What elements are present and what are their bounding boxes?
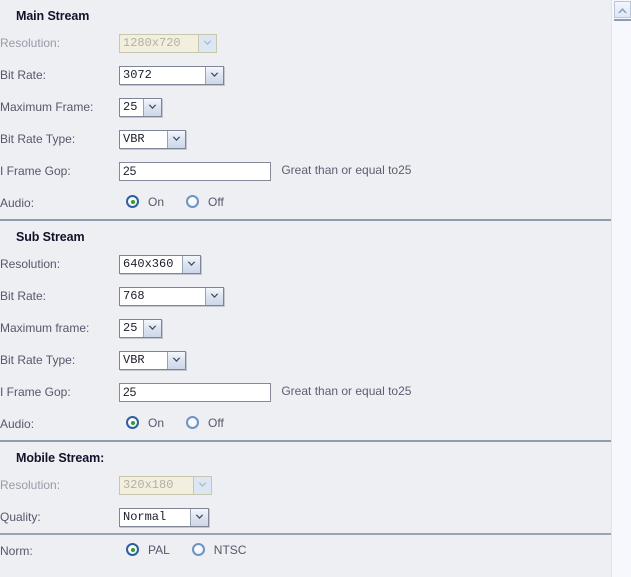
mobile-stream-resolution-select[interactable]: 320x180 (119, 475, 212, 495)
norm-pal-radio[interactable] (126, 543, 139, 557)
norm-section: Norm: PAL NTSC (0, 535, 611, 567)
sub-stream-bitrate-label: Bit Rate: (0, 289, 47, 303)
main-stream-bitrate-select[interactable]: 3072 (119, 65, 224, 85)
mobile-stream-resolution-label: Resolution: (0, 478, 61, 492)
sub-stream-bitratetype-row: Bit Rate Type: VBR (0, 344, 411, 376)
main-stream-audio-row: Audio: On Off (0, 187, 411, 219)
mobile-stream-section: Mobile Stream: Resolution: 320x180 Quali… (0, 442, 611, 533)
chevron-down-icon (193, 476, 211, 494)
mobile-stream-quality-value: Normal (123, 510, 167, 524)
sub-stream-iframegop-label: I Frame Gop: (0, 385, 71, 399)
main-stream-audio-on-label: On (148, 194, 165, 209)
main-stream-audio-off-label: Off (208, 194, 224, 209)
chevron-up-icon (617, 3, 628, 17)
mobile-stream-quality-label: Quality: (0, 510, 41, 524)
main-stream-maxframe-value: 25 (123, 100, 138, 114)
sub-stream-audio-label: Audio: (0, 417, 35, 431)
chevron-down-icon (143, 98, 161, 116)
sub-stream-title: Sub Stream (16, 230, 85, 244)
sub-stream-bitrate-row: Bit Rate: 768 (0, 280, 411, 312)
mobile-stream-quality-row: Quality: Normal (0, 501, 212, 533)
main-stream-form: Resolution: 1280x720 Bit Rate: 3072 Maxi… (0, 27, 411, 219)
main-stream-maxframe-label: Maximum Frame: (0, 100, 94, 114)
main-stream-resolution-value: 1280x720 (123, 36, 181, 50)
sub-stream-resolution-select[interactable]: 640x360 (119, 254, 201, 274)
mobile-stream-form: Resolution: 320x180 Quality: Normal (0, 469, 212, 533)
main-stream-iframegop-row: I Frame Gop: Great than or equal to25 (0, 155, 411, 187)
sub-stream-resolution-label: Resolution: (0, 257, 61, 271)
sub-stream-audio-on-label: On (148, 415, 165, 430)
sub-stream-iframegop-row: I Frame Gop: Great than or equal to25 (0, 376, 411, 408)
main-stream-audio-on-radio[interactable] (126, 195, 139, 209)
main-stream-bitratetype-value: VBR (123, 132, 145, 146)
main-stream-audio-off-radio[interactable] (186, 195, 200, 209)
sub-stream-bitratetype-value: VBR (123, 353, 145, 367)
chevron-down-icon (167, 351, 185, 369)
sub-stream-audio-off-radio[interactable] (186, 416, 200, 430)
mobile-stream-title: Mobile Stream: (16, 451, 105, 465)
sub-stream-section: Sub Stream Resolution: 640x360 Bit Rate: (0, 221, 611, 440)
sub-stream-audio-row: Audio: On Off (0, 408, 411, 440)
main-stream-iframegop-input[interactable] (119, 161, 271, 181)
sub-stream-bitrate-value: 768 (123, 289, 145, 303)
chevron-down-icon (205, 66, 223, 84)
sub-stream-resolution-row: Resolution: 640x360 (0, 248, 411, 280)
main-stream-title: Main Stream (16, 9, 90, 23)
main-stream-bitrate-label: Bit Rate: (0, 68, 47, 82)
main-stream-iframegop-label: I Frame Gop: (0, 164, 71, 178)
mobile-stream-resolution-value: 320x180 (123, 478, 174, 492)
main-stream-bitratetype-row: Bit Rate Type: VBR (0, 123, 411, 155)
main-stream-bitrate-row: Bit Rate: 3072 (0, 59, 411, 91)
chevron-down-icon (205, 287, 223, 305)
main-stream-resolution-row: Resolution: 1280x720 (0, 27, 411, 59)
sub-stream-audio-on-radio[interactable] (126, 416, 139, 430)
norm-ntsc-radio[interactable] (191, 543, 205, 557)
sub-stream-bitrate-select[interactable]: 768 (119, 286, 224, 306)
main-stream-resolution-label: Resolution: (0, 36, 61, 50)
chevron-down-icon (190, 508, 208, 526)
sub-stream-audio-radio-group: On Off (119, 416, 224, 430)
main-stream-bitratetype-label: Bit Rate Type: (0, 132, 76, 146)
main-stream-section: Main Stream Resolution: 1280x720 Bit Rat… (0, 0, 611, 219)
sub-stream-resolution-value: 640x360 (123, 257, 174, 271)
mobile-stream-resolution-row: Resolution: 320x180 (0, 469, 212, 501)
scrollbar-thumb[interactable] (614, 19, 631, 21)
norm-label: Norm: (0, 544, 33, 558)
sub-stream-maxframe-label: Maximum frame: (0, 321, 90, 335)
sub-stream-maxframe-row: Maximum frame: 25 (0, 312, 411, 344)
stream-settings-page: Main Stream Resolution: 1280x720 Bit Rat… (0, 0, 611, 577)
scroll-up-button[interactable] (614, 1, 631, 18)
main-stream-audio-radio-group: On Off (119, 195, 224, 209)
vertical-scrollbar[interactable] (611, 0, 631, 577)
sub-stream-audio-off-label: Off (208, 415, 224, 430)
sub-stream-maxframe-select[interactable]: 25 (119, 318, 162, 338)
sub-stream-bitratetype-select[interactable]: VBR (119, 350, 186, 370)
sub-stream-maxframe-value: 25 (123, 321, 138, 335)
chevron-down-icon (143, 319, 161, 337)
mobile-stream-quality-select[interactable]: Normal (119, 507, 209, 527)
main-stream-bitratetype-select[interactable]: VBR (119, 129, 186, 149)
chevron-down-icon (182, 255, 200, 273)
sub-stream-bitratetype-label: Bit Rate Type: (0, 353, 76, 367)
norm-radio-group: PAL NTSC (119, 543, 246, 557)
sub-stream-form: Resolution: 640x360 Bit Rate: 768 Maximu… (0, 248, 411, 440)
sub-stream-iframegop-hint: Great than or equal to25 (281, 384, 412, 399)
main-stream-bitrate-value: 3072 (123, 68, 152, 82)
main-stream-maxframe-select[interactable]: 25 (119, 97, 162, 117)
norm-ntsc-label: NTSC (213, 542, 247, 557)
main-stream-resolution-select[interactable]: 1280x720 (119, 33, 217, 53)
chevron-down-icon (167, 130, 185, 148)
main-stream-maxframe-row: Maximum Frame: 25 (0, 91, 411, 123)
main-stream-iframegop-hint: Great than or equal to25 (281, 163, 412, 178)
chevron-down-icon (198, 34, 216, 52)
sub-stream-iframegop-input[interactable] (119, 382, 271, 402)
norm-form: Norm: PAL NTSC (0, 535, 246, 567)
norm-row: Norm: PAL NTSC (0, 535, 246, 567)
norm-pal-label: PAL (148, 542, 170, 557)
main-stream-audio-label: Audio: (0, 196, 35, 210)
